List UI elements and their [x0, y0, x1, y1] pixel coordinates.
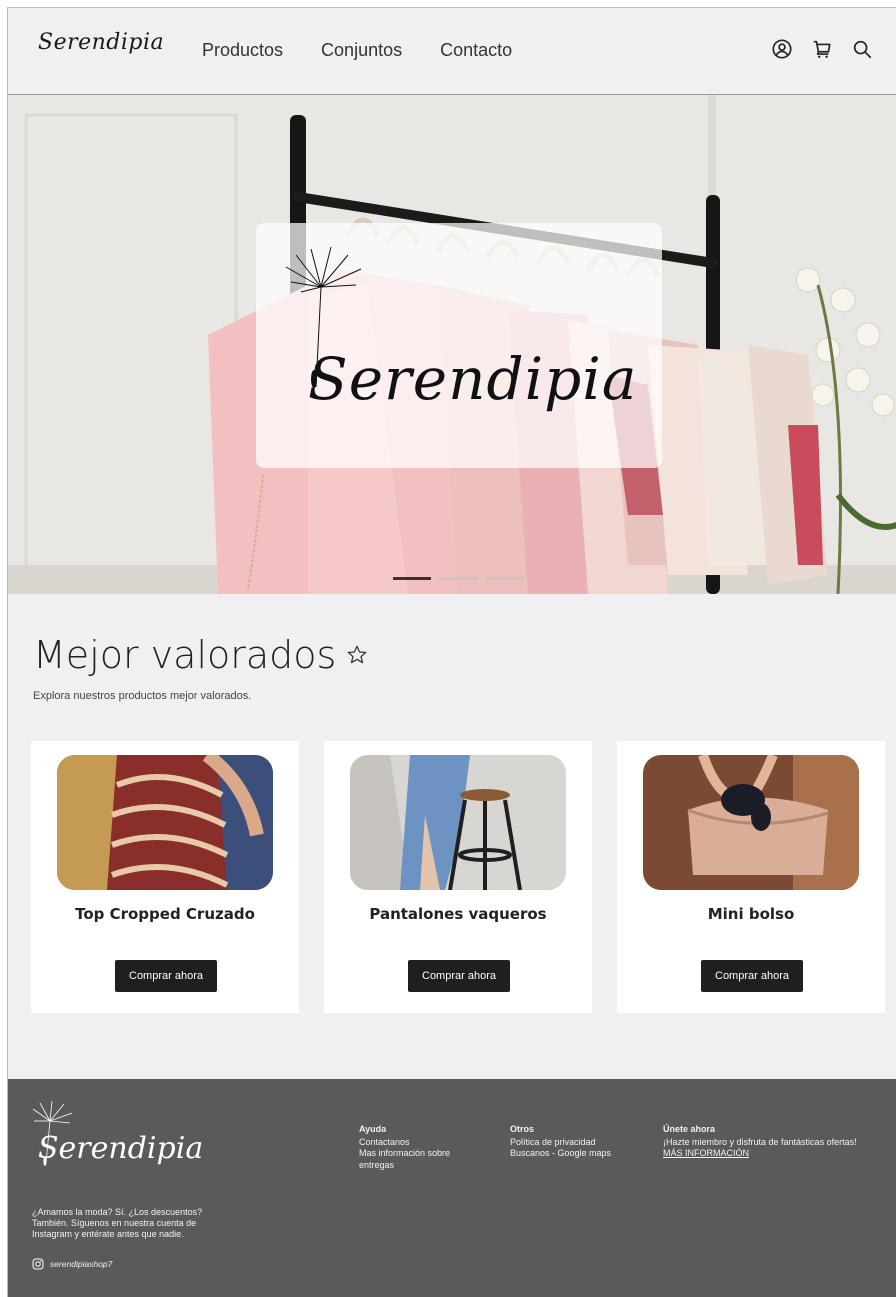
best-rated-heading: Mejor valorados [33, 633, 368, 677]
footer-heading: Únete ahora [663, 1124, 716, 1134]
nav-conjuntos[interactable]: Conjuntos [321, 40, 402, 61]
product-image-jeans[interactable] [350, 755, 566, 890]
product-card[interactable]: Mini bolso Comprar ahora [617, 741, 885, 1013]
buy-now-button[interactable]: Comprar ahora [701, 960, 803, 992]
product-image-bag[interactable] [643, 755, 859, 890]
footer-link-contact[interactable]: Contactanos [359, 1137, 489, 1149]
footer-about-text: ¿Amamos la moda? Sí. ¿Los descuentos? Ta… [32, 1207, 203, 1239]
header-logo[interactable]: Serendipia [38, 30, 164, 55]
carousel-dot-1[interactable] [393, 577, 431, 580]
buy-now-button[interactable]: Comprar ahora [115, 960, 217, 992]
product-card[interactable]: Pantalones vaqueros Comprar ahora [324, 741, 592, 1013]
carousel-indicators [393, 577, 523, 580]
footer-link-privacy[interactable]: Política de privacidad [510, 1137, 640, 1149]
product-title: Pantalones vaqueros [369, 905, 547, 923]
footer-instagram[interactable]: serendipiashop7 [32, 1258, 112, 1270]
user-icon[interactable] [771, 38, 793, 60]
star-icon [347, 645, 367, 664]
footer-column-otros: Otros Política de privacidad Buscanos - … [510, 1124, 640, 1160]
product-image-top[interactable] [57, 755, 273, 890]
carousel-dot-2[interactable] [439, 577, 477, 580]
carousel-dot-3[interactable] [485, 577, 523, 580]
search-icon[interactable] [851, 38, 873, 60]
page-frame: Serendipia Productos Conjuntos Contacto [7, 7, 896, 1297]
main-nav: Productos Conjuntos Contacto [202, 40, 512, 61]
header-icons [771, 38, 873, 60]
footer-logo[interactable]: Serendipia [38, 1131, 203, 1166]
footer-heading: Ayuda [359, 1124, 387, 1134]
product-title: Top Cropped Cruzado [75, 905, 255, 923]
nav-productos[interactable]: Productos [202, 40, 283, 61]
product-title: Mini bolso [707, 905, 795, 923]
nav-contacto[interactable]: Contacto [440, 40, 512, 61]
best-rated-title: Mejor valorados [33, 633, 337, 677]
buy-now-button[interactable]: Comprar ahora [408, 960, 510, 992]
footer-heading: Otros [510, 1124, 535, 1134]
site-header: Serendipia Productos Conjuntos Contacto [8, 8, 896, 95]
more-info-link[interactable]: MÁS INFORMACIÓN [663, 1148, 893, 1160]
cart-icon[interactable] [811, 38, 833, 60]
footer-link-maps[interactable]: Buscanos - Google maps [510, 1148, 640, 1160]
best-rated-subtitle: Explora nuestros productos mejor valorad… [33, 690, 252, 702]
instagram-handle[interactable]: serendipiashop7 [50, 1259, 112, 1269]
footer-column-ayuda: Ayuda Contactanos Mas información sobre … [359, 1124, 489, 1171]
footer-join-text: ¡Hazte miembro y disfruta de fantásticas… [663, 1136, 857, 1147]
site-footer: Serendipia ¿Amamos la moda? Sí. ¿Los des… [8, 1079, 896, 1297]
footer-link-delivery[interactable]: Mas información sobre entregas [359, 1148, 474, 1171]
product-card[interactable]: Top Cropped Cruzado Comprar ahora [31, 741, 299, 1013]
hero-banner: Serendipia [8, 95, 896, 594]
hero-logo: Serendipia [308, 345, 638, 413]
instagram-icon[interactable] [32, 1258, 44, 1270]
footer-column-join: Únete ahora ¡Hazte miembro y disfruta de… [663, 1124, 893, 1160]
